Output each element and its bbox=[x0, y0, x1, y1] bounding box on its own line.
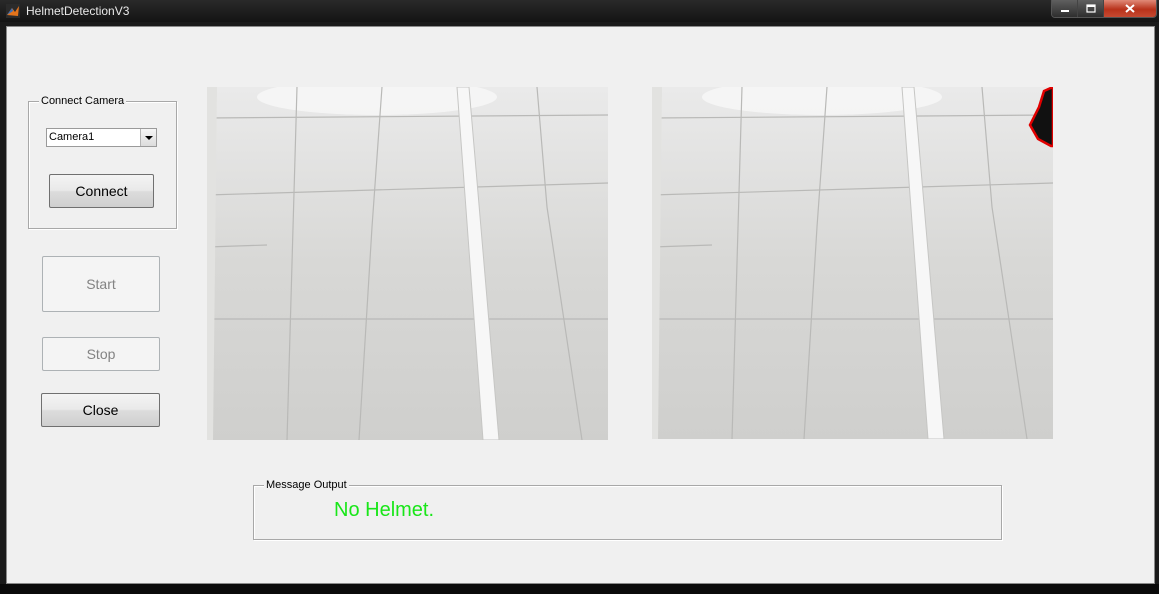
minimize-button[interactable] bbox=[1052, 0, 1078, 17]
window-title: HelmetDetectionV3 bbox=[26, 4, 130, 18]
message-output-title: Message Output bbox=[264, 478, 349, 492]
title-bar[interactable]: HelmetDetectionV3 bbox=[0, 0, 1159, 22]
stop-button-label: Stop bbox=[86, 346, 116, 362]
camera-select-value: Camera1 bbox=[49, 131, 95, 143]
connect-camera-panel: Connect Camera bbox=[28, 94, 177, 229]
minimize-icon bbox=[1060, 9, 1069, 12]
camera-feed-right bbox=[652, 87, 1053, 439]
close-window-button[interactable] bbox=[1104, 0, 1156, 17]
start-button-label: Start bbox=[86, 276, 116, 292]
status-strip bbox=[0, 584, 1159, 594]
matlab-icon bbox=[6, 4, 20, 18]
stop-button[interactable]: Stop bbox=[42, 337, 160, 371]
camera-select[interactable]: Camera1 bbox=[46, 128, 157, 147]
camera-frame-left bbox=[207, 87, 608, 440]
message-output-panel: Message Output No Helmet. bbox=[253, 478, 1002, 540]
chevron-down-icon[interactable] bbox=[140, 129, 156, 146]
window-controls bbox=[1051, 0, 1157, 18]
maximize-button[interactable] bbox=[1078, 0, 1104, 17]
connect-camera-title: Connect Camera bbox=[39, 94, 127, 108]
camera-feed-left bbox=[207, 87, 608, 440]
figure-area: Connect Camera Camera1 Connect Start Sto… bbox=[6, 26, 1155, 584]
app-window: HelmetDetectionV3 Connect Camera Camera1… bbox=[0, 0, 1159, 594]
connect-button[interactable]: Connect bbox=[49, 174, 154, 208]
maximize-icon bbox=[1085, 4, 1096, 13]
connect-button-label: Connect bbox=[75, 183, 128, 199]
close-icon bbox=[1125, 4, 1135, 13]
camera-frame-right bbox=[652, 87, 1053, 439]
start-button[interactable]: Start bbox=[42, 256, 160, 312]
message-text: No Helmet. bbox=[334, 499, 435, 521]
close-button[interactable]: Close bbox=[41, 393, 160, 427]
close-button-label: Close bbox=[82, 402, 119, 418]
